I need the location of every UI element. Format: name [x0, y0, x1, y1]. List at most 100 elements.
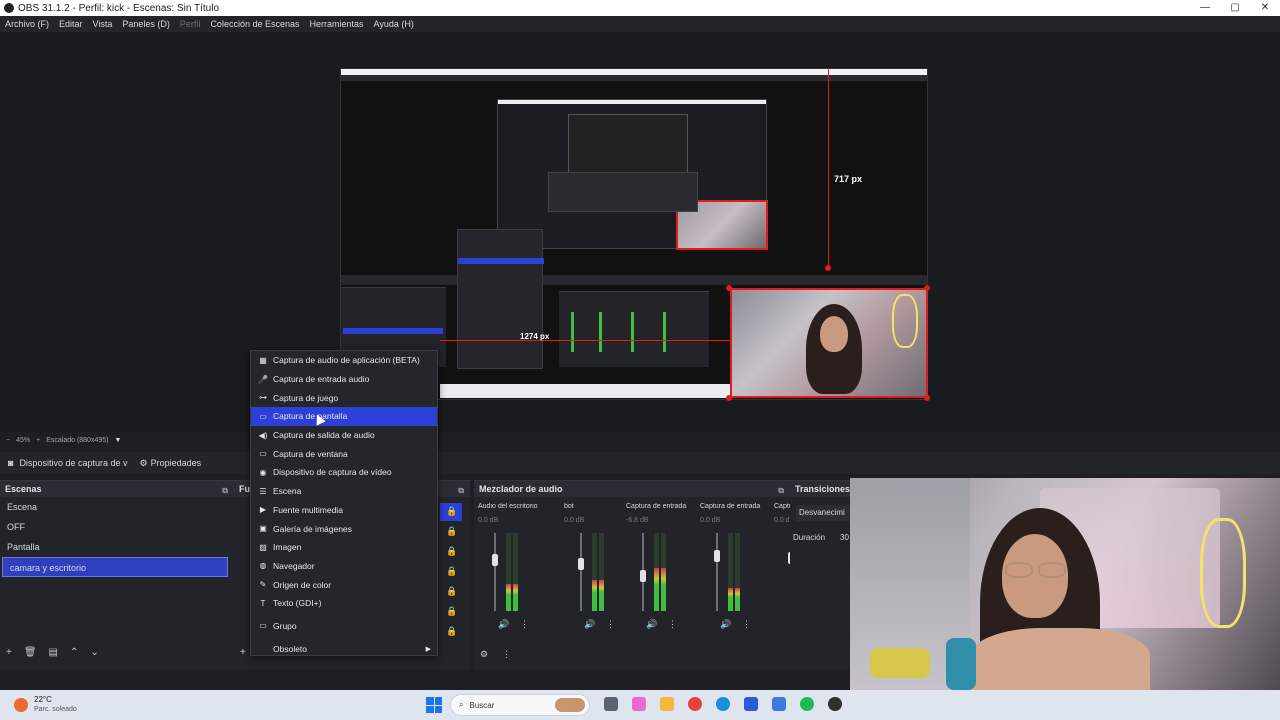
- menu-item[interactable]: ▶ Fuente multimedia: [251, 501, 437, 520]
- undock-icon[interactable]: ⧉: [458, 483, 464, 499]
- volume-fader[interactable]: [640, 533, 646, 611]
- menu-item-group[interactable]: ▭ Grupo: [251, 617, 437, 636]
- menu-editar[interactable]: Editar: [54, 19, 88, 29]
- resize-handle[interactable]: [726, 285, 732, 291]
- minimize-button[interactable]: —: [1190, 0, 1220, 16]
- properties-button[interactable]: Propiedades: [151, 458, 202, 468]
- lock-icon[interactable]: 🔒: [446, 506, 457, 517]
- webcam-source-preview[interactable]: [730, 288, 928, 398]
- resize-handle[interactable]: [825, 265, 831, 271]
- lock-icon[interactable]: 🔒: [446, 586, 457, 597]
- zoom-out-button[interactable]: −: [6, 437, 10, 444]
- windows-start-icon[interactable]: [426, 697, 442, 713]
- menu-item-label: Captura de ventana: [273, 448, 348, 459]
- menu-archivo[interactable]: Archivo (F): [0, 19, 54, 29]
- menu-vista[interactable]: Vista: [88, 19, 118, 29]
- scene-item[interactable]: Escena: [0, 497, 234, 517]
- more-icon[interactable]: ⋮: [742, 619, 751, 630]
- move-down-icon[interactable]: ⌄: [90, 647, 98, 658]
- more-icon[interactable]: ⋮: [606, 619, 615, 630]
- transition-select[interactable]: Desvanecimi: [796, 505, 856, 521]
- resize-handle[interactable]: [924, 285, 930, 291]
- speaker-icon[interactable]: 🔊: [584, 619, 595, 630]
- width-measure-line: [440, 340, 730, 341]
- menu-item[interactable]: ▭ Captura de ventana: [251, 444, 437, 463]
- store-icon[interactable]: [744, 697, 758, 711]
- window-controls: — ▢ ✕: [1190, 0, 1280, 16]
- menu-paneles[interactable]: Paneles (D): [117, 19, 175, 29]
- lock-icon[interactable]: 🔒: [446, 526, 457, 537]
- menu-herramientas[interactable]: Herramientas: [305, 19, 369, 29]
- obs-taskbar-icon[interactable]: [828, 697, 842, 711]
- audio-meter: [728, 533, 733, 611]
- edge-icon[interactable]: [716, 697, 730, 711]
- fader-knob[interactable]: [492, 554, 498, 566]
- menu-item[interactable]: ✎ Origen de color: [251, 575, 437, 594]
- add-icon[interactable]: +: [6, 647, 12, 658]
- menu-item-deprecated[interactable]: Obsoleto ▶: [251, 639, 437, 658]
- undock-icon[interactable]: ⧉: [222, 483, 228, 499]
- menu-item[interactable]: T Texto (GDI+): [251, 594, 437, 613]
- menu-coleccion-escenas[interactable]: Colección de Escenas: [205, 19, 304, 29]
- speaker-icon[interactable]: 🔊: [646, 619, 657, 630]
- speaker-icon[interactable]: 🔊: [498, 619, 509, 630]
- speaker-icon[interactable]: 🔊: [720, 619, 731, 630]
- menu-item[interactable]: ▣ Galería de imágenes: [251, 519, 437, 538]
- menu-item[interactable]: ▦ Captura de audio de aplicación (BETA): [251, 351, 437, 370]
- menu-item[interactable]: ▨ Imagen: [251, 538, 437, 557]
- mixer-settings-icon[interactable]: ⚙: [480, 649, 488, 660]
- lock-icon[interactable]: 🔒: [446, 606, 457, 617]
- add-source-icon[interactable]: +: [240, 647, 246, 658]
- weather-desc: Parc. soleado: [34, 706, 77, 713]
- menu-item[interactable]: ◀) Captura de salida de audio: [251, 426, 437, 445]
- transitions-header: Transiciones: [790, 481, 850, 497]
- lock-icon[interactable]: 🔒: [446, 626, 457, 637]
- lock-icon[interactable]: 🔒: [446, 566, 457, 577]
- duration-field[interactable]: 30: [840, 533, 849, 542]
- scene-item[interactable]: OFF: [0, 517, 234, 537]
- scene-item[interactable]: Pantalla: [0, 537, 234, 557]
- resize-handle[interactable]: [924, 395, 930, 401]
- scene-item-active[interactable]: camara y escritorio: [2, 557, 228, 577]
- fader-knob[interactable]: [578, 558, 584, 570]
- move-up-icon[interactable]: ⌃: [70, 647, 78, 658]
- menu-item[interactable]: ⊶ Captura de juego: [251, 388, 437, 407]
- volume-fader[interactable]: [578, 533, 584, 611]
- fader-knob[interactable]: [640, 570, 646, 582]
- lock-icon[interactable]: 🔒: [446, 546, 457, 557]
- close-button[interactable]: ✕: [1250, 0, 1280, 16]
- copilot-icon[interactable]: [632, 697, 646, 711]
- chevron-down-icon[interactable]: ▼: [114, 437, 121, 444]
- chrome-icon[interactable]: [688, 697, 702, 711]
- channel-name: Captura de entrada: [626, 503, 687, 510]
- file-explorer-icon[interactable]: [660, 697, 674, 711]
- more-icon[interactable]: ⋮: [668, 619, 677, 630]
- channel-name: Audio del escritorio: [478, 503, 538, 510]
- zoom-in-button[interactable]: +: [36, 437, 40, 444]
- more-icon[interactable]: ⋮: [520, 619, 529, 630]
- sources-title: Fu: [239, 484, 250, 494]
- fader-knob[interactable]: [714, 550, 720, 562]
- volume-fader[interactable]: [492, 533, 498, 611]
- more-icon[interactable]: ⋮: [502, 649, 511, 660]
- maximize-button[interactable]: ▢: [1220, 0, 1250, 16]
- menu-item[interactable]: ▭ Captura de pantalla: [251, 407, 437, 426]
- nested-taskbar: [440, 384, 730, 398]
- taskbar-search[interactable]: ⌕ Buscar: [450, 694, 590, 716]
- trash-icon[interactable]: 🗑: [24, 647, 37, 658]
- filter-icon[interactable]: ▤: [49, 647, 58, 658]
- weather-widget[interactable]: 22°C Parc. soleado: [34, 695, 77, 715]
- app-icon[interactable]: [772, 697, 786, 711]
- menu-item[interactable]: ☰ Escena: [251, 482, 437, 501]
- resize-handle[interactable]: [726, 395, 732, 401]
- menu-ayuda[interactable]: Ayuda (H): [369, 19, 419, 29]
- submenu-arrow-icon: ▶: [425, 645, 431, 653]
- menu-item[interactable]: ◍ Navegador: [251, 557, 437, 576]
- menu-item[interactable]: 🎤 Captura de entrada audio: [251, 370, 437, 389]
- menu-item[interactable]: ◉ Dispositivo de captura de vídeo: [251, 463, 437, 482]
- taskbar-apps: [604, 697, 842, 711]
- volume-fader[interactable]: [714, 533, 720, 611]
- undock-icon[interactable]: ⧉: [778, 483, 784, 499]
- task-view-icon[interactable]: [604, 697, 618, 711]
- spotify-icon[interactable]: [800, 697, 814, 711]
